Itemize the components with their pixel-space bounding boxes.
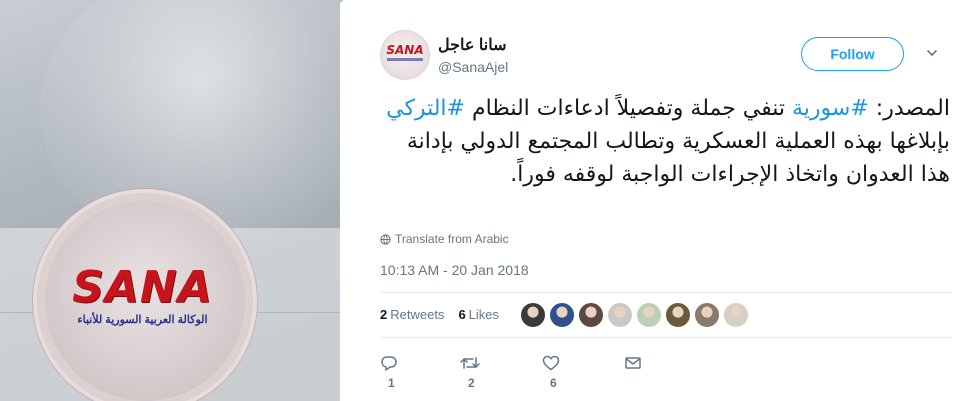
hashtag-link[interactable]: #سورية xyxy=(792,96,869,121)
chevron-down-icon[interactable] xyxy=(926,46,938,58)
tweet-avatar[interactable]: SANA xyxy=(380,30,430,80)
retweet-icon xyxy=(460,357,480,369)
hashtag-link[interactable]: #التركي xyxy=(386,96,465,121)
translate-label: Translate from Arabic xyxy=(395,232,509,246)
liker-avatar[interactable] xyxy=(723,302,749,328)
tweet-text-part: المصدر: xyxy=(868,96,950,121)
follow-button[interactable]: Follow xyxy=(801,37,904,71)
sana-logo-large: SANA الوكالة العربية السورية للأنباء xyxy=(55,262,230,327)
liker-avatar[interactable] xyxy=(665,302,691,328)
retweets-label: Retweets xyxy=(390,307,445,322)
globe-icon xyxy=(380,234,391,245)
reply-icon xyxy=(381,356,397,371)
liker-avatar[interactable] xyxy=(636,302,662,328)
profile-background: SANA الوكالة العربية السورية للأنباء xyxy=(0,0,340,401)
heart-icon xyxy=(542,355,560,371)
tweet-text-part: بإبلاغها بهذه العملية العسكرية وتطالب ال… xyxy=(406,129,950,187)
envelope-icon xyxy=(625,357,641,369)
tweet-timestamp[interactable]: 10:13 AM - 20 Jan 2018 xyxy=(380,262,529,278)
retweets-stat[interactable]: 2 Retweets xyxy=(380,307,444,322)
profile-avatar-large[interactable]: SANA الوكالة العربية السورية للأنباء xyxy=(33,189,257,401)
tweet-text-part: تنفي جملة وتفصيلاً ادعاءات النظام xyxy=(464,96,793,121)
sana-logo-subtitle: الوكالة العربية السورية للأنباء xyxy=(77,314,208,326)
sana-logo-word: SANA xyxy=(72,262,213,313)
like-count: 6 xyxy=(550,375,557,390)
divider-top xyxy=(380,292,952,293)
direct-message-action[interactable] xyxy=(624,352,642,372)
liker-avatar[interactable] xyxy=(607,302,633,328)
avatar-logo-word: SANA xyxy=(386,43,424,57)
likes-stat[interactable]: 6 Likes xyxy=(458,307,499,322)
liker-avatar[interactable] xyxy=(694,302,720,328)
screen-name[interactable]: @SanaAjel xyxy=(438,59,508,75)
translate-link[interactable]: Translate from Arabic xyxy=(380,232,509,246)
display-name[interactable]: سانا عاجل xyxy=(438,35,506,55)
liker-avatar[interactable] xyxy=(520,302,546,328)
like-action[interactable]: 6 xyxy=(542,352,560,390)
likes-label: Likes xyxy=(468,307,500,322)
tweet-text: المصدر: #سورية تنفي جملة وتفصيلاً ادعاءا… xyxy=(378,92,950,191)
retweets-count: 2 xyxy=(380,307,388,322)
tweet-stats: 2 Retweets 6 Likes xyxy=(380,307,499,322)
tweet-card: SANA سانا عاجل @SanaAjel Follow المصدر: … xyxy=(340,0,972,401)
retweet-action[interactable]: 2 xyxy=(460,352,480,390)
reply-count: 1 xyxy=(388,375,395,390)
divider-bottom xyxy=(380,337,952,338)
retweet-count: 2 xyxy=(468,375,475,390)
likes-count: 6 xyxy=(458,307,466,322)
liker-avatar[interactable] xyxy=(549,302,575,328)
reply-action[interactable]: 1 xyxy=(380,352,398,390)
liker-avatar[interactable] xyxy=(578,302,604,328)
avatar-logo-stripe xyxy=(387,58,423,61)
